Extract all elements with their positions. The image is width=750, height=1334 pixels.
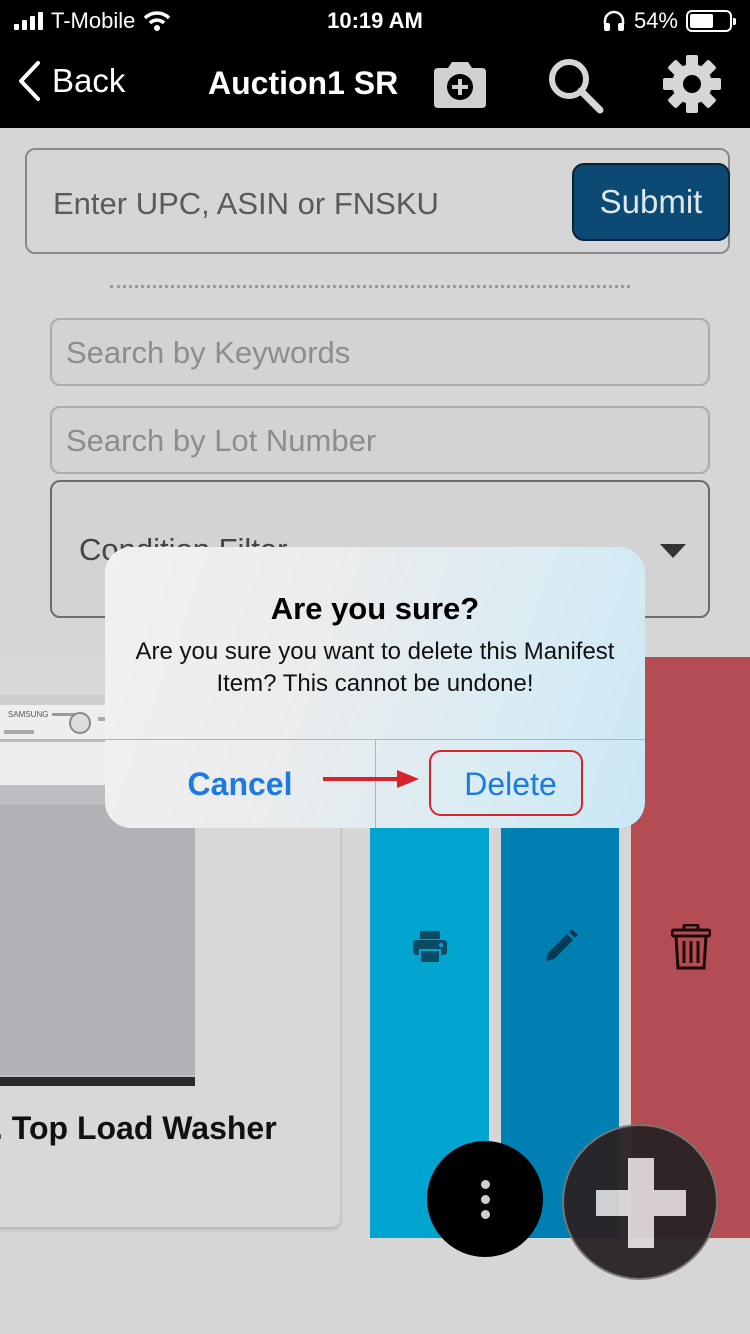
status-right: 54% bbox=[602, 8, 736, 34]
divider bbox=[110, 285, 630, 289]
page-title: Auction1 SR bbox=[208, 65, 399, 101]
dot bbox=[480, 1194, 490, 1204]
svg-text:SAMSUNG: SAMSUNG bbox=[8, 710, 48, 719]
dot bbox=[480, 1179, 490, 1189]
upc-entry-box: Enter UPC, ASIN or FNSKU Submit bbox=[25, 148, 730, 254]
chevron-left-icon bbox=[19, 61, 40, 101]
printer-icon bbox=[412, 931, 447, 964]
upc-input[interactable]: Enter UPC, ASIN or FNSKU bbox=[53, 186, 439, 222]
dialog-title: Are you sure? bbox=[270, 591, 480, 626]
caret-down-icon bbox=[660, 544, 686, 558]
search-icon[interactable] bbox=[544, 54, 604, 114]
confirm-dialog: Are you sure? Are you sure you want to d… bbox=[105, 547, 645, 828]
headphones-icon bbox=[603, 10, 625, 31]
arrow-right-icon bbox=[323, 770, 419, 788]
submit-button[interactable]: Submit bbox=[572, 163, 730, 241]
trash-icon bbox=[670, 924, 711, 970]
status-bar: T-Mobile 10:19 AM 54% bbox=[0, 0, 750, 40]
delete-highlight-box bbox=[429, 750, 583, 816]
battery-icon bbox=[686, 10, 736, 32]
lot-number-placeholder: Search by Lot Number bbox=[66, 423, 377, 458]
pencil-icon bbox=[546, 929, 578, 961]
item-title: . Top Load Washer bbox=[0, 1110, 277, 1146]
dot bbox=[480, 1209, 490, 1219]
keywords-search-field[interactable]: Search by Keywords bbox=[50, 318, 710, 386]
back-button[interactable]: Back bbox=[16, 60, 125, 102]
back-label: Back bbox=[52, 62, 126, 99]
camera-plus-icon[interactable] bbox=[430, 54, 490, 114]
gear-icon[interactable] bbox=[662, 54, 722, 114]
nav-bar: Back Auction1 SR bbox=[0, 40, 750, 128]
battery-percent: 54% bbox=[633, 8, 678, 33]
dialog-message: Are you sure you want to delete this Man… bbox=[135, 638, 615, 697]
keywords-placeholder: Search by Keywords bbox=[66, 335, 351, 370]
lot-number-search-field[interactable]: Search by Lot Number bbox=[50, 406, 710, 474]
add-item-button[interactable] bbox=[562, 1124, 718, 1280]
more-options-button[interactable] bbox=[427, 1141, 543, 1257]
